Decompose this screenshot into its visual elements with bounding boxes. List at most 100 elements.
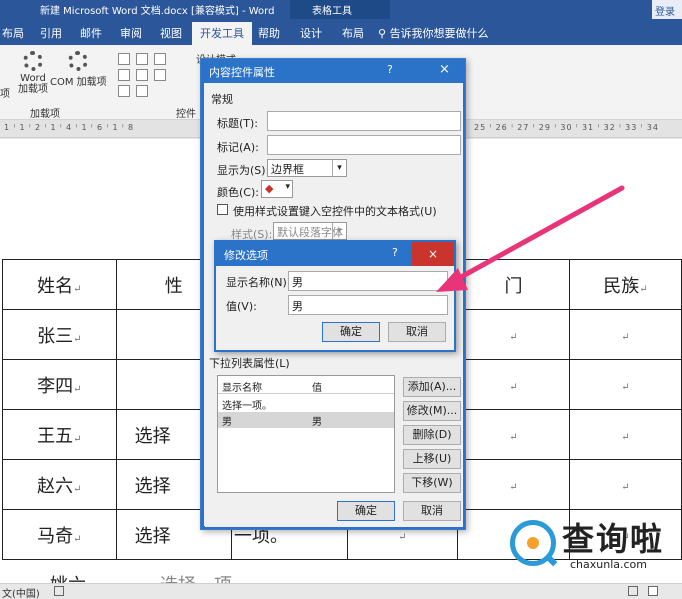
- table-cell[interactable]: 赵六↵: [2, 459, 117, 510]
- combobox-control-icon[interactable]: [136, 69, 148, 81]
- search-icon: ⚲: [378, 27, 390, 40]
- dialog-titlebar: 内容控件属性 ? ×: [201, 59, 465, 83]
- context-group-label: 表格工具: [312, 6, 352, 17]
- tab-view[interactable]: 视图: [160, 25, 182, 41]
- table-cell[interactable]: 姓名↵: [2, 259, 117, 310]
- close-button[interactable]: ×: [439, 62, 450, 77]
- use-style-checkbox[interactable]: [217, 204, 228, 215]
- delete-button[interactable]: 删除(D): [403, 425, 461, 445]
- showas-label: 显示为(S):: [217, 164, 270, 177]
- table-cell[interactable]: 王五↵: [2, 409, 117, 460]
- table-cell[interactable]: ↵: [568, 359, 682, 410]
- sub-dialog-titlebar: 修改选项 ? ×: [216, 242, 454, 266]
- picture-control-icon[interactable]: [154, 53, 166, 65]
- use-style-label: 使用样式设置键入空控件中的文本格式(U): [233, 205, 437, 218]
- tab-table-layout[interactable]: 布局: [342, 25, 364, 41]
- help-button[interactable]: ?: [387, 63, 393, 76]
- date-picker-icon[interactable]: [136, 85, 148, 97]
- chevron-down-icon: ▾: [332, 160, 346, 176]
- gear-icon: [68, 51, 89, 71]
- tab-mailings[interactable]: 邮件: [80, 25, 102, 41]
- table-cell[interactable]: 民族↵: [568, 259, 682, 310]
- showas-value: 边界框: [271, 163, 304, 176]
- sub-ok-button[interactable]: 确定: [322, 322, 380, 342]
- tab-developer[interactable]: 开发工具: [192, 22, 252, 45]
- tab-help[interactable]: 帮助: [258, 25, 280, 41]
- tab-review[interactable]: 审阅: [120, 25, 142, 41]
- table-cell[interactable]: ↵: [568, 309, 682, 360]
- com-addins-label: COM 加载项: [50, 77, 107, 88]
- showas-select[interactable]: 边界框 ▾: [267, 159, 347, 177]
- paint-bucket-icon: ◆: [265, 182, 274, 195]
- table-cell[interactable]: ↵: [456, 459, 570, 510]
- checkbox-control-icon[interactable]: [118, 69, 130, 81]
- modify-button[interactable]: 修改(M)...: [403, 401, 461, 421]
- value-field[interactable]: 男: [288, 295, 448, 315]
- section-general: 常规: [211, 93, 233, 106]
- watermark: 查询啦 chaxunla.com: [510, 512, 682, 582]
- dropdown-options-list[interactable]: 显示名称 值 选择一项。 男 男: [217, 375, 395, 493]
- table-cell[interactable]: ↵: [456, 309, 570, 360]
- login-button[interactable]: 登录: [652, 0, 682, 19]
- table-cell[interactable]: ↵: [568, 459, 682, 510]
- close-button[interactable]: ×: [412, 242, 454, 266]
- ruler-right-ticks: 25 ˡ 26 ˡ 27 ˡ 29 ˡ 30 ˡ 31 ˡ 32 ˡ 33 ˡ …: [474, 123, 659, 132]
- list-header: 显示名称 值: [218, 376, 394, 394]
- table-cell[interactable]: ↵: [568, 409, 682, 460]
- addins-group-label: 加载项: [30, 109, 60, 120]
- window-title: 新建 Microsoft Word 文档.docx [兼容模式] - Word: [40, 6, 275, 17]
- status-bar: 文(中国): [0, 583, 682, 599]
- word-addins-label: Word 加载项: [18, 73, 48, 95]
- tell-me-search[interactable]: ⚲ 告诉我你想要做什么: [378, 25, 489, 41]
- text-control-icon[interactable]: [118, 53, 130, 65]
- sub-cancel-button[interactable]: 取消: [388, 322, 446, 342]
- controls-group-label: 控件: [176, 109, 196, 120]
- tab-design[interactable]: 设计: [300, 25, 322, 41]
- title-label: 标题(T):: [217, 117, 259, 130]
- chevron-down-icon: ▾: [285, 182, 290, 192]
- color-picker[interactable]: ◆ ▾: [261, 180, 293, 198]
- move-down-button[interactable]: 下移(W): [403, 473, 461, 493]
- ok-button[interactable]: 确定: [337, 501, 395, 521]
- ribbon-partial-label: 项: [0, 89, 10, 100]
- tag-field[interactable]: [267, 135, 461, 155]
- table-cell[interactable]: ↵: [456, 409, 570, 460]
- dropdown-props-label: 下拉列表属性(L): [209, 357, 290, 370]
- table-cell[interactable]: 马奇↵: [2, 509, 117, 560]
- modify-option-dialog: 修改选项 ? × 显示名称(N): 男 值(V): 男 确定 取消: [214, 240, 456, 352]
- read-mode-icon[interactable]: [628, 586, 638, 596]
- display-name-field[interactable]: 男: [288, 271, 448, 291]
- tab-references[interactable]: 引用: [40, 25, 62, 41]
- plain-text-control-icon[interactable]: [136, 53, 148, 65]
- table-cell[interactable]: ↵: [456, 359, 570, 410]
- move-up-button[interactable]: 上移(U): [403, 449, 461, 469]
- add-button[interactable]: 添加(A)...: [403, 377, 461, 397]
- chevron-down-icon: ▾: [332, 223, 346, 239]
- color-label: 颜色(C):: [217, 186, 259, 199]
- cancel-button[interactable]: 取消: [403, 501, 461, 521]
- title-field[interactable]: [267, 111, 461, 131]
- table-cell[interactable]: 张三↵: [2, 309, 117, 360]
- dropdown-control-icon[interactable]: [154, 69, 166, 81]
- com-addins-button[interactable]: COM 加载项: [50, 51, 107, 88]
- table-cell[interactable]: 李四↵: [2, 359, 117, 410]
- list-item[interactable]: 选择一项。: [222, 397, 272, 412]
- sub-dialog-title: 修改选项: [224, 249, 268, 262]
- table-cell[interactable]: 门: [456, 259, 570, 310]
- style-select[interactable]: 默认段落字体 ▾: [273, 222, 347, 240]
- ruler-left-ticks: 1 ˡ 1 ˡ 2 ˡ 1 ˡ 4 ˡ 1 ˡ 6 ˡ 1 ˡ 8: [4, 123, 135, 132]
- word-addins-button[interactable]: Word 加载项: [18, 51, 48, 95]
- list-item-selected[interactable]: 男 男: [218, 412, 394, 428]
- tell-me-text: 告诉我你想要做什么: [389, 27, 489, 40]
- value-label: 值(V):: [226, 300, 257, 313]
- print-layout-icon[interactable]: [648, 586, 658, 596]
- col-display-name: 显示名称: [222, 383, 262, 394]
- dialog-title: 内容控件属性: [209, 66, 275, 79]
- building-block-icon[interactable]: [118, 85, 130, 97]
- language-status[interactable]: 文(中国): [2, 585, 40, 599]
- help-button[interactable]: ?: [392, 246, 398, 259]
- tab-layout[interactable]: 布局: [2, 25, 24, 41]
- tag-label: 标记(A):: [217, 141, 259, 154]
- macro-icon[interactable]: [54, 586, 64, 596]
- context-group-header: 表格工具: [290, 0, 390, 19]
